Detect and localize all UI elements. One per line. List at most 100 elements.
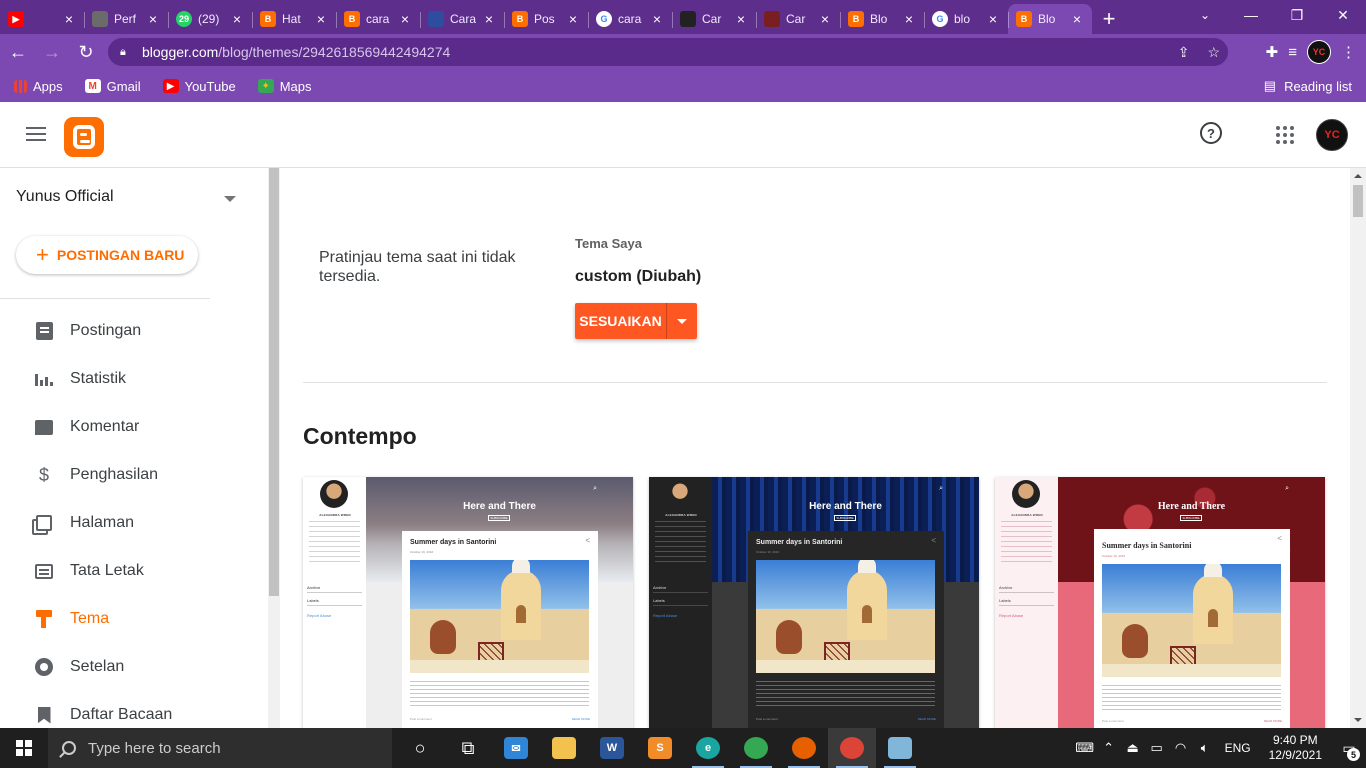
sidebar-item-daftar-bacaan[interactable]: Daftar Bacaan <box>0 691 268 728</box>
extensions-puzzle-icon[interactable]: ✚ <box>1266 43 1279 61</box>
page-scrollbar[interactable] <box>1350 168 1366 728</box>
taskbar-app[interactable]: ✉ <box>492 728 540 768</box>
restore-icon[interactable]: ❐ <box>1274 0 1320 30</box>
volume-icon[interactable]: 🔈︎ <box>1193 740 1217 756</box>
usb-icon[interactable]: ⏏ <box>1121 740 1145 756</box>
blogger-logo-icon[interactable] <box>64 117 104 157</box>
clock[interactable]: 9:40 PM 12/9/2021 <box>1259 733 1332 763</box>
bookmark-maps[interactable]: ✦ Maps <box>257 79 311 94</box>
lock-icon[interactable]: 🔒︎ <box>120 46 132 59</box>
taskbar-app[interactable]: e <box>684 728 732 768</box>
sidebar-item-setelan[interactable]: Setelan <box>0 643 268 691</box>
blog-selector[interactable]: Yunus Official <box>16 188 240 210</box>
url-host: blogger.com <box>142 44 219 60</box>
google-apps-icon[interactable] <box>1276 126 1294 144</box>
browser-tab[interactable]: Gblo × <box>924 4 1008 34</box>
customize-button[interactable]: SESUAIKAN <box>575 303 666 339</box>
browser-tab[interactable]: Cara × <box>420 4 504 34</box>
sidebar-item-label: Halaman <box>70 514 135 531</box>
theme-card-contempo-dark[interactable]: ALEXANDRA WREN Archive Labels Report Abu… <box>649 477 979 728</box>
share-icon[interactable]: ⇪ <box>1178 44 1190 61</box>
browser-tab[interactable]: Perf × <box>84 4 168 34</box>
bookmark-apps[interactable]: Apps <box>14 79 63 94</box>
theme-card-contempo-rose[interactable]: ALEXANDRA WREN Archive Labels Report Abu… <box>995 477 1325 728</box>
browser-tab[interactable]: B Blo × <box>840 4 924 34</box>
close-tab-icon[interactable]: × <box>230 11 244 27</box>
forward-icon[interactable]: → <box>36 36 68 68</box>
browser-tab[interactable]: Gcara × <box>588 4 672 34</box>
browser-tab[interactable]: B Blo × <box>1008 4 1092 34</box>
browser-tab[interactable]: Car × <box>756 4 840 34</box>
browser-tab[interactable]: B Pos × <box>504 4 588 34</box>
menu-kebab-icon[interactable]: ⋮ <box>1341 43 1356 61</box>
browser-tab[interactable]: 29 (29) × <box>168 4 252 34</box>
scroll-up-icon[interactable] <box>1354 174 1362 178</box>
language-indicator[interactable]: ENG <box>1217 741 1259 755</box>
customize-dropdown-button[interactable] <box>666 303 697 339</box>
wifi-icon[interactable]: ◠ <box>1169 740 1193 756</box>
browser-tab[interactable]: B Hat × <box>252 4 336 34</box>
taskbar-app[interactable] <box>876 728 924 768</box>
address-bar[interactable]: 🔒︎ blogger.com/blog/themes/2942618569442… <box>108 38 1228 66</box>
close-tab-icon[interactable]: × <box>986 11 1000 27</box>
close-tab-icon[interactable]: × <box>62 11 76 27</box>
browser-tab[interactable]: ▶ × <box>0 4 84 34</box>
sidebar-item-tema[interactable]: Tema <box>0 595 268 643</box>
start-button[interactable] <box>0 728 48 768</box>
profile-avatar[interactable]: YC <box>1307 40 1331 64</box>
hamburger-menu-icon[interactable] <box>24 124 48 144</box>
account-avatar[interactable]: YC <box>1316 119 1348 151</box>
youtube-icon: ▶ <box>162 79 179 93</box>
close-tab-icon[interactable]: × <box>902 11 916 27</box>
taskbar-app[interactable]: ⧉ <box>444 728 492 768</box>
keyboard-icon[interactable]: ⌨ <box>1073 740 1097 756</box>
close-tab-icon[interactable]: × <box>566 11 580 27</box>
sidebar-item-halaman[interactable]: Halaman <box>0 499 268 547</box>
battery-icon[interactable]: ▭ <box>1145 740 1169 756</box>
bookmark-gmail[interactable]: M Gmail <box>84 79 141 94</box>
taskbar-app[interactable] <box>732 728 780 768</box>
close-tab-icon[interactable]: × <box>650 11 664 27</box>
taskbar-app[interactable]: S <box>636 728 684 768</box>
reload-icon[interactable]: ↻ <box>70 36 102 68</box>
sidebar-item-komentar[interactable]: Komentar <box>0 403 268 451</box>
media-control-icon[interactable]: ≡ <box>1288 44 1297 61</box>
notification-center-icon[interactable]: ▭ 5 <box>1332 728 1366 768</box>
new-tab-button[interactable]: + <box>1092 4 1126 34</box>
taskbar-search[interactable]: Type here to search <box>48 728 392 768</box>
taskbar-app[interactable]: W <box>588 728 636 768</box>
bookmark-star-icon[interactable]: ☆ <box>1207 44 1220 61</box>
close-tab-icon[interactable]: × <box>314 11 328 27</box>
reading-list-button[interactable]: ▤ Reading list <box>1264 70 1352 102</box>
sidebar-item-penghasilan[interactable]: $ Penghasilan <box>0 451 268 499</box>
bookmark-youtube[interactable]: ▶ YouTube <box>162 79 236 94</box>
sidebar-item-statistik[interactable]: Statistik <box>0 355 268 403</box>
close-tab-icon[interactable]: × <box>398 11 412 27</box>
new-post-button[interactable]: + POSTINGAN BARU <box>16 236 198 274</box>
taskbar-app[interactable] <box>828 728 876 768</box>
tab-search-icon[interactable]: ⌄ <box>1190 0 1220 30</box>
minimize-icon[interactable]: — <box>1228 0 1274 30</box>
taskbar-app[interactable] <box>780 728 828 768</box>
sidebar-item-tata-letak[interactable]: Tata Letak <box>0 547 268 595</box>
close-tab-icon[interactable]: × <box>482 11 496 27</box>
browser-tab[interactable]: Car × <box>672 4 756 34</box>
chevron-up-icon[interactable]: ⌃ <box>1097 740 1121 756</box>
sidebar-scrollbar[interactable] <box>268 168 280 728</box>
taskbar-app[interactable]: ○ <box>396 728 444 768</box>
close-tab-icon[interactable]: × <box>818 11 832 27</box>
close-window-icon[interactable]: ✕ <box>1320 0 1366 30</box>
close-tab-icon[interactable]: × <box>146 11 160 27</box>
author-name: ALEXANDRA WREN <box>1011 513 1043 517</box>
close-tab-icon[interactable]: × <box>1070 11 1084 27</box>
sidebar-item-postingan[interactable]: Postingan <box>0 307 268 355</box>
close-tab-icon[interactable]: × <box>734 11 748 27</box>
help-icon[interactable]: ? <box>1200 122 1222 144</box>
scroll-down-icon[interactable] <box>1354 718 1362 722</box>
page-scroll-thumb[interactable] <box>1353 185 1363 217</box>
sidebar-scroll-thumb[interactable] <box>269 168 279 596</box>
back-icon[interactable]: ← <box>2 36 34 68</box>
theme-card-contempo-light[interactable]: ALEXANDRA WREN Archive Labels Report Abu… <box>303 477 633 728</box>
taskbar-app[interactable] <box>540 728 588 768</box>
browser-tab[interactable]: Bcara × <box>336 4 420 34</box>
